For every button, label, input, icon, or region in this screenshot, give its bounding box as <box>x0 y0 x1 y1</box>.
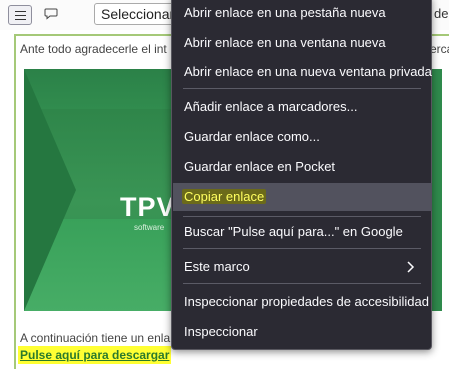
menu-separator <box>183 283 421 284</box>
menu-item-inspect[interactable]: Inspeccionar <box>173 318 432 346</box>
menu-item-open-new-window[interactable]: Abrir enlace en una ventana nueva <box>173 29 432 57</box>
menu-item-save-to-pocket[interactable]: Guardar enlace en Pocket <box>173 153 432 181</box>
menu-separator <box>183 216 421 217</box>
brand-tagline: software <box>134 223 165 232</box>
menu-item-this-frame[interactable]: Este marco <box>173 253 432 281</box>
intro-text: Ante todo agradecerle el int <box>20 42 167 56</box>
banner-right-edge <box>432 69 442 311</box>
hamburger-menu-button[interactable] <box>8 5 32 25</box>
menu-item-copy-link[interactable]: Copiar enlace <box>173 183 432 211</box>
menu-item-search-google[interactable]: Buscar "Pulse aquí para..." en Google <box>173 218 432 246</box>
download-link[interactable]: Pulse aquí para descargar <box>18 346 172 364</box>
comment-icon[interactable] <box>44 6 58 20</box>
menu-item-inspect-accessibility[interactable]: Inspeccionar propiedades de accesibilida… <box>173 288 432 316</box>
context-menu: Abrir enlace en una pestaña nueva Abrir … <box>171 0 432 350</box>
product-banner-image <box>24 69 174 311</box>
menu-separator <box>183 88 421 89</box>
menu-item-bookmark-link[interactable]: Añadir enlace a marcadores... <box>173 93 432 121</box>
chevron-right-icon <box>406 253 416 290</box>
menu-separator <box>183 248 421 249</box>
continuation-text: A continuación tiene un enla <box>20 331 171 345</box>
intro-text-right: erca <box>430 42 449 56</box>
menu-item-open-private-window[interactable]: Abrir enlace en una nueva ventana privad… <box>173 58 432 86</box>
copy-link-highlight: Copiar enlace <box>182 189 267 204</box>
menu-item-open-new-tab[interactable]: Abrir enlace en una pestaña nueva <box>173 0 432 27</box>
toolbar-right-text: de <box>434 6 449 21</box>
menu-item-save-link-as[interactable]: Guardar enlace como... <box>173 123 432 151</box>
